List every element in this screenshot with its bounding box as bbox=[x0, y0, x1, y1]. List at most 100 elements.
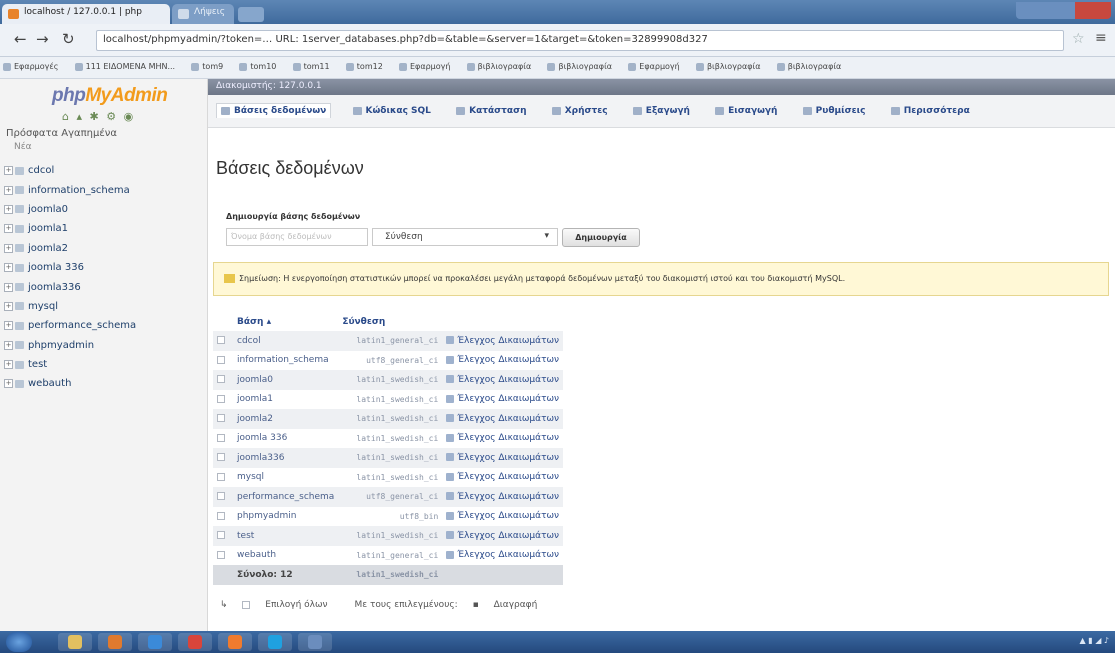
bookmark-item[interactable]: βιβλιογραφία bbox=[544, 62, 612, 71]
expand-icon[interactable]: + bbox=[4, 340, 13, 350]
tab-status[interactable]: Κατάσταση bbox=[452, 104, 530, 118]
new-database-link[interactable]: Νέα bbox=[14, 142, 32, 152]
bookmark-star-icon[interactable]: ☆ bbox=[1072, 31, 1085, 47]
privileges-icon bbox=[446, 472, 455, 481]
database-column-header[interactable]: Βάση ▴ bbox=[233, 313, 338, 331]
row-checkbox[interactable] bbox=[217, 550, 225, 559]
expand-icon[interactable]: + bbox=[4, 185, 13, 195]
expand-icon[interactable]: + bbox=[4, 224, 13, 234]
drop-button[interactable]: ▪ Διαγραφή bbox=[473, 600, 550, 610]
taskbar-explorer-button[interactable] bbox=[58, 633, 92, 651]
row-checkbox[interactable] bbox=[217, 472, 225, 481]
collation-select[interactable]: Σύνθεση ▾ bbox=[372, 228, 558, 246]
tab-users[interactable]: Χρήστες bbox=[548, 104, 612, 118]
bookmark-item[interactable]: tom11 bbox=[290, 62, 330, 71]
server-breadcrumb[interactable]: Διακομιστής: 127.0.0.1 bbox=[208, 79, 1115, 95]
table-total-row: Σύνολο: 12 latin1_swedish_ci bbox=[213, 565, 564, 585]
expand-icon[interactable]: + bbox=[4, 301, 13, 311]
taskbar-app-button[interactable] bbox=[298, 633, 332, 651]
window-controls[interactable] bbox=[1016, 2, 1111, 19]
tree-item-database[interactable]: + information_schema bbox=[4, 180, 136, 199]
row-checkbox[interactable] bbox=[217, 433, 225, 442]
bookmark-item[interactable]: βιβλιογραφία bbox=[693, 62, 761, 71]
new-tab-button[interactable] bbox=[238, 7, 264, 22]
privileges-icon bbox=[446, 336, 455, 345]
bookmark-item[interactable]: 111 ΕΙΔΟΜΕΝΑ ΜΗΝ... bbox=[72, 62, 175, 71]
row-checkbox[interactable] bbox=[217, 511, 225, 520]
expand-icon[interactable]: + bbox=[4, 243, 13, 253]
expand-icon[interactable]: + bbox=[4, 360, 13, 370]
tree-item-database[interactable]: + cdcol bbox=[4, 161, 136, 180]
check-all-checkbox[interactable] bbox=[242, 600, 251, 609]
tab-more[interactable]: Περισσότερα bbox=[887, 104, 974, 118]
tab-settings[interactable]: Ρυθμίσεις bbox=[799, 104, 870, 118]
database-icon bbox=[15, 302, 24, 311]
tree-item-database[interactable]: + joomla336 bbox=[4, 277, 136, 296]
forward-arrow-icon[interactable]: → bbox=[36, 31, 49, 48]
table-row: joomla1 latin1_swedish_ci Έλεγχος Δικαιωμά… bbox=[213, 389, 564, 409]
tree-item-database[interactable]: + joomla1 bbox=[4, 219, 136, 238]
privileges-icon bbox=[446, 394, 455, 403]
phpmyadmin-logo[interactable]: phpMyAdmin bbox=[52, 85, 168, 107]
phpmyadmin-favicon-icon bbox=[8, 9, 19, 19]
check-all-link[interactable]: Επιλογή όλων bbox=[242, 600, 339, 610]
system-tray[interactable]: ▲ ▮ ◢ ♪ bbox=[1080, 636, 1109, 645]
expand-icon[interactable]: + bbox=[4, 263, 13, 273]
tab-import[interactable]: Εισαγωγή bbox=[711, 104, 781, 118]
tab-sql[interactable]: Κώδικας SQL bbox=[349, 104, 435, 118]
back-arrow-icon[interactable]: ← bbox=[14, 31, 27, 48]
recent-favorites-tabs[interactable]: Πρόσφατα Αγαπημένα bbox=[6, 128, 117, 139]
tree-item-database[interactable]: + performance_schema bbox=[4, 316, 136, 335]
bookmark-item[interactable]: tom10 bbox=[236, 62, 276, 71]
bookmark-item[interactable]: tom12 bbox=[343, 62, 383, 71]
create-button[interactable]: Δημιουργία bbox=[562, 228, 640, 247]
warning-icon bbox=[224, 274, 235, 283]
taskbar-skype-button[interactable] bbox=[258, 633, 292, 651]
bookmark-item[interactable]: Εφαρμογή bbox=[396, 62, 450, 71]
row-checkbox[interactable] bbox=[217, 414, 225, 423]
tab-export[interactable]: Εξαγωγή bbox=[629, 104, 694, 118]
bookmark-item[interactable]: βιβλιογραφία bbox=[774, 62, 841, 71]
taskbar-chrome-button[interactable] bbox=[178, 633, 212, 651]
tree-item-database[interactable]: + joomla 336 bbox=[4, 258, 136, 277]
reload-icon[interactable]: ↻ bbox=[62, 31, 75, 48]
expand-icon[interactable]: + bbox=[4, 166, 13, 176]
row-checkbox[interactable] bbox=[217, 453, 225, 462]
tree-item-database[interactable]: + joomla0 bbox=[4, 200, 136, 219]
row-checkbox[interactable] bbox=[217, 492, 225, 501]
sql-icon bbox=[352, 106, 362, 115]
database-name-input[interactable]: Όνομα βάσης δεδομένων bbox=[226, 228, 368, 246]
bookmark-item[interactable]: Εφαρμογή bbox=[625, 62, 680, 71]
collation-column-header[interactable]: Σύνθεση bbox=[338, 313, 442, 331]
row-checkbox[interactable] bbox=[217, 375, 225, 384]
tree-item-database[interactable]: + test bbox=[4, 355, 136, 374]
bookmark-item[interactable]: tom9 bbox=[188, 62, 223, 71]
database-icon bbox=[15, 360, 24, 369]
address-bar[interactable]: localhost/phpmyadmin/?token=… URL: 1serv… bbox=[96, 30, 1064, 51]
expand-icon[interactable]: + bbox=[4, 379, 13, 389]
expand-icon[interactable]: + bbox=[4, 204, 13, 214]
row-checkbox[interactable] bbox=[217, 336, 225, 345]
browser-menu-icon[interactable]: ≡ bbox=[1095, 30, 1107, 46]
bookmark-item[interactable]: Εφαρμογές bbox=[0, 62, 58, 71]
browser-tab-phpmyadmin[interactable]: localhost / 127.0.0.1 | php bbox=[2, 4, 170, 24]
tree-item-database[interactable]: + phpmyadmin bbox=[4, 336, 136, 355]
row-checkbox[interactable] bbox=[217, 355, 225, 364]
bookmarks-bar: Εφαρμογές 111 ΕΙΔΟΜΕΝΑ ΜΗΝ... tom9 tom10… bbox=[0, 57, 1115, 79]
taskbar-xampp-button[interactable] bbox=[218, 633, 252, 651]
expand-icon[interactable]: + bbox=[4, 282, 13, 292]
taskbar-ie-button[interactable] bbox=[138, 633, 172, 651]
start-button[interactable] bbox=[6, 632, 32, 652]
taskbar-media-button[interactable] bbox=[98, 633, 132, 651]
expand-icon[interactable]: + bbox=[4, 321, 13, 331]
tab-databases[interactable]: Βάσεις δεδομένων bbox=[216, 103, 332, 118]
navigation-icons[interactable]: ⌂ ▴ ✱ ⚙ ◉ bbox=[62, 110, 135, 123]
row-checkbox[interactable] bbox=[217, 531, 225, 540]
browser-tab-bar: localhost / 127.0.0.1 | php Λήψεις bbox=[0, 0, 1115, 24]
bookmark-item[interactable]: βιβλιογραφία bbox=[464, 62, 531, 71]
tree-item-database[interactable]: + joomla2 bbox=[4, 239, 136, 258]
row-checkbox[interactable] bbox=[217, 394, 225, 403]
browser-tab-downloads[interactable]: Λήψεις bbox=[172, 4, 234, 24]
tree-item-database[interactable]: + webauth bbox=[4, 374, 136, 393]
tree-item-database[interactable]: + mysql bbox=[4, 297, 136, 316]
